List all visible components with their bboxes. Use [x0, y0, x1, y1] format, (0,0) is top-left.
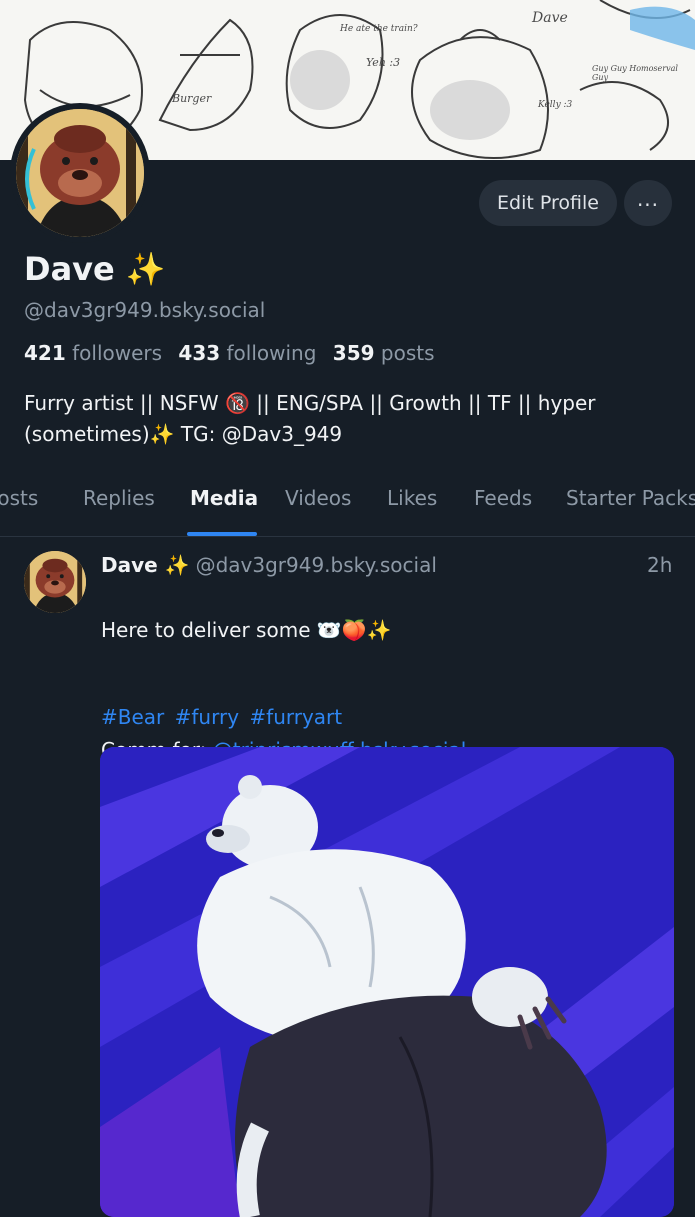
hashtag-link[interactable]: #furry: [175, 705, 239, 729]
tab-posts[interactable]: Posts: [0, 486, 38, 510]
banner-text-train: He ate the train?: [340, 24, 418, 34]
following-count: 433: [178, 341, 221, 365]
banner-text-kelly: Kelly :3: [538, 100, 573, 110]
profile-display-name: Dave ✨: [24, 250, 166, 288]
post-avatar-bear-art: [24, 551, 86, 613]
edit-profile-button[interactable]: Edit Profile: [479, 180, 617, 226]
post-media-image[interactable]: [100, 747, 674, 1217]
posts-count: 359: [332, 341, 375, 365]
profile-avatar-frame[interactable]: [10, 103, 150, 243]
profile-tabs: Posts Replies Media Videos Likes Feeds S…: [0, 474, 695, 537]
post-author[interactable]: Dave ✨ @dav3gr949.bsky.social: [101, 553, 437, 577]
posts-stat: 359 posts: [333, 341, 445, 365]
bio-line: (sometimes)✨ TG: @Dav3_949: [24, 422, 343, 446]
following-stat[interactable]: 433 following: [178, 341, 326, 365]
ellipsis-icon: ...: [636, 187, 660, 211]
tab-media[interactable]: Media: [190, 486, 258, 510]
avatar[interactable]: [16, 109, 144, 237]
banner-text-burger: Burger: [172, 92, 212, 105]
followers-count: 421: [24, 341, 66, 365]
post-hashtags: #Bear #furry #furryart: [101, 705, 346, 729]
followers-stat[interactable]: 421 followers: [24, 341, 172, 365]
tab-feeds[interactable]: Feeds: [474, 486, 532, 510]
post-author-name: Dave ✨: [101, 553, 190, 577]
avatar-bear-art: [16, 109, 144, 237]
posts-label: posts: [380, 341, 435, 365]
tab-starter-packs[interactable]: Starter Packs: [566, 486, 695, 510]
post-timestamp[interactable]: 2h: [647, 553, 672, 577]
banner-text-yeh: Yeh :3: [366, 56, 401, 69]
post-author-handle: @dav3gr949.bsky.social: [195, 553, 437, 577]
more-options-button[interactable]: ...: [624, 180, 672, 226]
tab-likes[interactable]: Likes: [387, 486, 437, 510]
banner-text-dave: Dave: [532, 10, 568, 26]
post-text-line: Here to deliver some 🐻‍❄️🍑✨: [101, 618, 392, 642]
profile-bio: Furry artist || NSFW 🔞 || ENG/SPA || Gro…: [24, 388, 674, 450]
profile-stats: 421 followers 433 following 359 posts: [24, 341, 445, 365]
post-author-avatar[interactable]: [24, 551, 86, 613]
hashtag-link[interactable]: #Bear: [101, 705, 164, 729]
tab-videos[interactable]: Videos: [285, 486, 351, 510]
active-tab-indicator: [187, 532, 257, 536]
polar-bear-artwork: [100, 747, 674, 1217]
feed-post[interactable]: Dave ✨ @dav3gr949.bsky.social 2h Here to …: [0, 537, 695, 1217]
hashtag-link[interactable]: #furryart: [249, 705, 342, 729]
following-label: following: [226, 341, 317, 365]
profile-handle: @dav3gr949.bsky.social: [24, 298, 266, 322]
followers-label: followers: [72, 341, 163, 365]
banner-text-homoserval: Guy Guy Homoserval Guy: [592, 64, 678, 82]
bio-line: Furry artist || NSFW 🔞 || ENG/SPA || Gro…: [24, 391, 596, 415]
tab-replies[interactable]: Replies: [83, 486, 155, 510]
